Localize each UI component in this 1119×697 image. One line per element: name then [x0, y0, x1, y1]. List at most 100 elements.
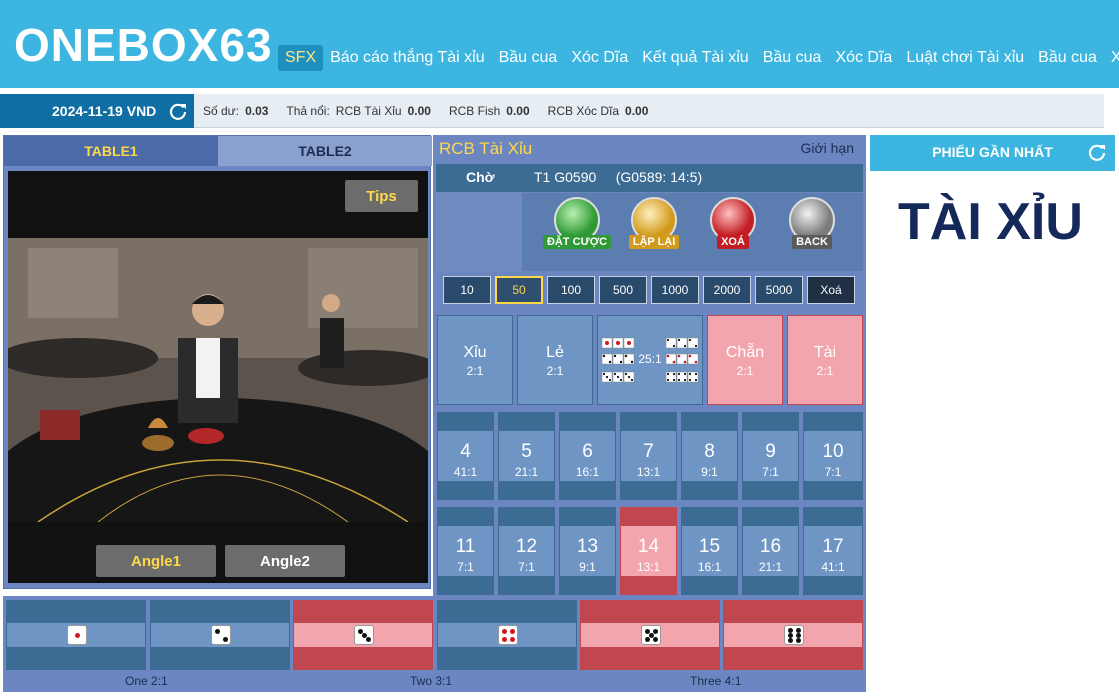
- die-three-icon: [354, 625, 374, 645]
- chip-50[interactable]: 50: [495, 276, 543, 304]
- bet-total-16[interactable]: 16 21:1: [742, 507, 799, 595]
- rcb-taixiu-value: 0.00: [407, 104, 431, 118]
- clear-bet-button[interactable]: XOÁ: [708, 197, 758, 249]
- angle2-button[interactable]: Angle2: [225, 545, 345, 577]
- bet-single-1[interactable]: [6, 600, 146, 670]
- bet-xiu-label: Xỉu: [463, 344, 487, 361]
- round-status: Chờ T1 G0590 (G0589: 14:5): [436, 164, 863, 192]
- nav-xocdia-result[interactable]: Xóc Dĩa: [828, 45, 899, 71]
- cell-strip-bottom: [724, 647, 862, 669]
- chip-500[interactable]: 500: [599, 276, 647, 304]
- angle1-button[interactable]: Angle1: [96, 545, 216, 577]
- bet-total-5[interactable]: 5 21:1: [498, 412, 555, 500]
- tips-button[interactable]: Tips: [345, 180, 418, 212]
- bet-total-13[interactable]: 13 9:1: [559, 507, 616, 595]
- bet-total-12[interactable]: 12 7:1: [498, 507, 555, 595]
- bet-total-4[interactable]: 4 41:1: [437, 412, 494, 500]
- cell-strip-bottom: [743, 576, 798, 594]
- bet-total-17[interactable]: 17 41:1: [803, 507, 863, 595]
- bet-le[interactable]: Lẻ 2:1: [517, 315, 593, 405]
- dealer-scene-image: [8, 238, 428, 522]
- chip-clear-button[interactable]: Xoá: [807, 276, 855, 304]
- repeat-button[interactable]: LẶP LẠI: [628, 197, 680, 249]
- cell-strip-bottom: [682, 481, 737, 499]
- bet-single-6[interactable]: [723, 600, 863, 670]
- tab-table2[interactable]: TABLE2: [218, 136, 432, 166]
- bet-xiu-odds: 2:1: [466, 364, 484, 378]
- chip-100[interactable]: 100: [547, 276, 595, 304]
- bet-single-2[interactable]: [150, 600, 290, 670]
- total-8-odds: 9:1: [701, 465, 718, 479]
- cell-strip-top: [438, 508, 493, 526]
- place-bet-button[interactable]: ĐẶT CƯỢC: [542, 197, 612, 249]
- bet-chan-odds: 2:1: [736, 364, 754, 378]
- bet-total-11[interactable]: 11 7:1: [437, 507, 494, 595]
- cell-strip-bottom: [560, 576, 615, 594]
- bet-any-triple-odds: 25:1: [638, 352, 662, 366]
- chip-1000[interactable]: 1000: [651, 276, 699, 304]
- video-panel: TABLE1 TABLE2 Tips Angle1 Angle2: [3, 135, 432, 589]
- bet-single-5[interactable]: [580, 600, 720, 670]
- bet-chan[interactable]: Chẵn 2:1: [707, 315, 783, 405]
- bet-single-3[interactable]: [293, 600, 433, 670]
- cell-strip-top: [499, 413, 554, 431]
- total-13-label: 13: [576, 536, 599, 557]
- odds-two-label: Two 3:1: [410, 674, 453, 688]
- nav-baucua[interactable]: Bầu cua: [492, 45, 565, 71]
- cell-strip-bottom: [621, 481, 676, 499]
- refresh-icon[interactable]: [168, 101, 188, 121]
- cell-strip-top: [621, 413, 676, 431]
- bet-any-triple[interactable]: 25:1: [597, 315, 703, 405]
- bet-total-14[interactable]: 14 13:1: [620, 507, 677, 595]
- bet-total-6[interactable]: 6 16:1: [559, 412, 616, 500]
- total-14-label: 14: [637, 536, 660, 557]
- cell-strip-bottom: [621, 576, 676, 594]
- bet-single-4[interactable]: [437, 600, 577, 670]
- cell-strip-top: [743, 413, 798, 431]
- nav-baucua-rules[interactable]: Bầu cua: [1031, 45, 1104, 71]
- total-16-label: 16: [759, 536, 782, 557]
- back-label: BACK: [792, 235, 832, 249]
- rcb-fish-label: RCB Fish: [448, 104, 501, 118]
- cell-strip-bottom: [151, 647, 289, 669]
- chip-2000[interactable]: 2000: [703, 276, 751, 304]
- bet-tai-label: Tài: [813, 344, 837, 361]
- tab-table1[interactable]: TABLE1: [4, 136, 218, 166]
- total-11-odds: 7:1: [457, 560, 474, 574]
- bet-total-9[interactable]: 9 7:1: [742, 412, 799, 500]
- total-6-odds: 16:1: [575, 465, 600, 479]
- bet-total-10[interactable]: 10 7:1: [803, 412, 863, 500]
- back-button[interactable]: BACK: [787, 197, 837, 249]
- cell-strip-bottom: [804, 481, 862, 499]
- limit-link[interactable]: Giới hạn: [800, 140, 854, 156]
- balance-label: Số dư:: [203, 104, 240, 118]
- nav-taixiu-result[interactable]: Kết quả Tài xỉu: [635, 45, 755, 71]
- nav-taixiu-report[interactable]: Báo cáo thắng Tài xỉu: [323, 45, 491, 71]
- nav-taixiu-rules[interactable]: Luật chơi Tài xỉu: [899, 45, 1031, 71]
- bet-tai[interactable]: Tài 2:1: [787, 315, 863, 405]
- total-12-label: 12: [515, 536, 538, 557]
- cell-strip-top: [621, 508, 676, 526]
- place-bet-label: ĐẶT CƯỢC: [542, 235, 612, 249]
- chip-10[interactable]: 10: [443, 276, 491, 304]
- nav-sfx[interactable]: SFX: [278, 45, 324, 71]
- game-title: TÀI XỈU: [898, 193, 1083, 251]
- site-logo[interactable]: ONEBOX63: [14, 18, 273, 72]
- chip-5000[interactable]: 5000: [755, 276, 803, 304]
- bet-xiu[interactable]: Xỉu 2:1: [437, 315, 513, 405]
- bet-tai-odds: 2:1: [816, 364, 834, 378]
- live-video: Tips Angle1 Angle2: [8, 171, 428, 583]
- cell-strip-bottom: [560, 481, 615, 499]
- bet-total-15[interactable]: 15 16:1: [681, 507, 738, 595]
- odds-one-label: One 2:1: [125, 674, 168, 688]
- total-16-odds: 21:1: [758, 560, 783, 574]
- die-six-icon: [784, 625, 804, 645]
- refresh-icon[interactable]: [1087, 142, 1107, 162]
- bet-total-8[interactable]: 8 9:1: [681, 412, 738, 500]
- bet-total-7[interactable]: 7 13:1: [620, 412, 677, 500]
- die-four-icon: [498, 625, 518, 645]
- cell-strip-bottom: [499, 481, 554, 499]
- nav-xocdia[interactable]: Xóc Dĩa: [564, 45, 635, 71]
- nav-baucua-result[interactable]: Bầu cua: [756, 45, 829, 71]
- nav-xocdia-rules[interactable]: Xóc Dĩa: [1104, 45, 1119, 71]
